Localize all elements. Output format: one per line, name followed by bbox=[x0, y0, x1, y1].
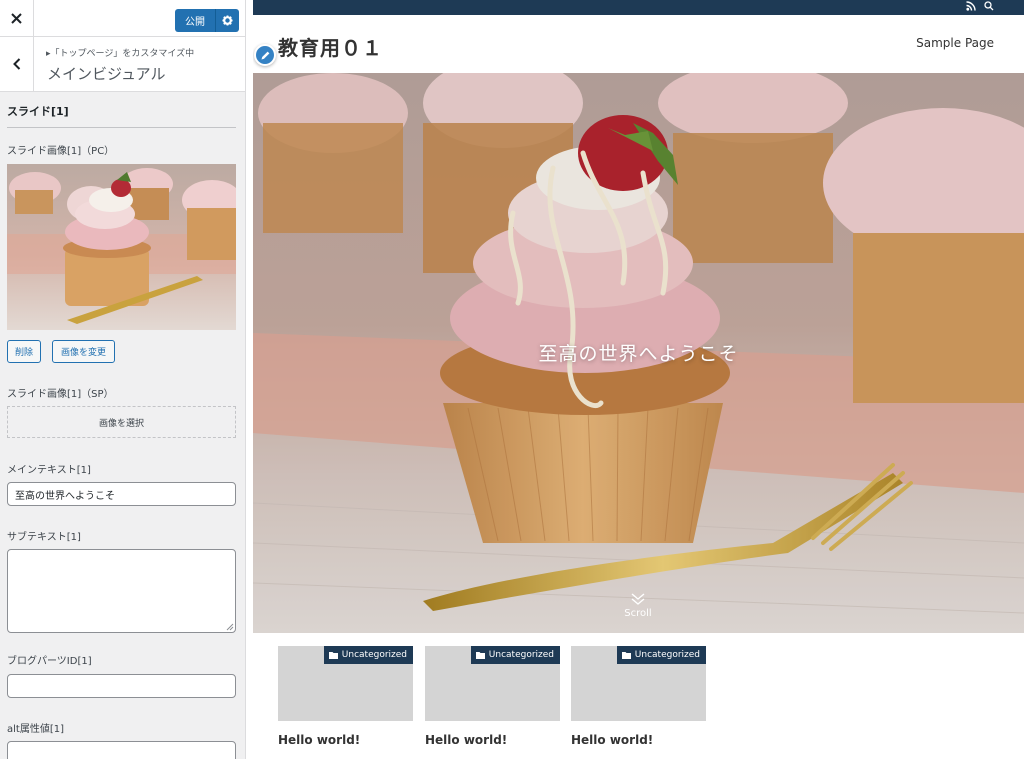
post-card[interactable]: Uncategorized Hello world! bbox=[278, 646, 413, 747]
resize-grip-icon[interactable] bbox=[226, 623, 234, 631]
search-icon[interactable] bbox=[984, 1, 994, 11]
folder-icon bbox=[328, 651, 338, 659]
remove-image-button[interactable]: 削除 bbox=[7, 340, 41, 363]
post-title[interactable]: Hello world! bbox=[425, 733, 560, 747]
publish-settings-button[interactable] bbox=[215, 9, 239, 32]
customizer-header-bar: 公開 bbox=[0, 0, 245, 37]
folder-icon bbox=[621, 651, 631, 659]
slide-image-pc-label: スライド画像[1]（PC） bbox=[7, 146, 115, 157]
slide-heading: スライド[1] bbox=[7, 100, 236, 128]
cupcake-thumbnail-image bbox=[7, 164, 236, 330]
hero-main-text: 至高の世界へようこそ bbox=[538, 343, 739, 365]
alt-attribute-input[interactable] bbox=[7, 741, 236, 759]
blog-parts-id-label: ブログパーツID[1] bbox=[7, 656, 92, 667]
post-card[interactable]: Uncategorized Hello world! bbox=[571, 646, 706, 747]
site-topbar bbox=[253, 0, 1024, 15]
scroll-indicator[interactable]: Scroll bbox=[613, 593, 663, 619]
post-thumbnail[interactable]: Uncategorized bbox=[571, 646, 706, 721]
sub-text-textarea[interactable] bbox=[7, 549, 236, 633]
change-image-button[interactable]: 画像を変更 bbox=[52, 340, 115, 363]
main-text-label: メインテキスト[1] bbox=[7, 465, 91, 476]
post-title[interactable]: Hello world! bbox=[278, 733, 413, 747]
site-header: 教育用０１ Sample Page bbox=[253, 15, 1024, 73]
category-badge[interactable]: Uncategorized bbox=[470, 646, 560, 664]
site-preview: 教育用０１ Sample Page 至高の世界へようこそ Scroll Unca… bbox=[253, 0, 1024, 759]
select-image-button[interactable]: 画像を選択 bbox=[7, 406, 236, 438]
post-thumbnail[interactable]: Uncategorized bbox=[425, 646, 560, 721]
close-customizer-button[interactable] bbox=[0, 0, 34, 37]
publish-button[interactable]: 公開 bbox=[175, 9, 215, 32]
publish-button-group: 公開 bbox=[175, 9, 239, 32]
category-badge[interactable]: Uncategorized bbox=[616, 646, 706, 664]
site-title[interactable]: 教育用０１ bbox=[278, 32, 383, 61]
breadcrumb: ▸「トップページ」をカスタマイズ中 bbox=[46, 49, 195, 59]
scroll-label: Scroll bbox=[624, 608, 652, 619]
nav-item-sample-page[interactable]: Sample Page bbox=[916, 36, 994, 50]
double-chevron-down-icon bbox=[631, 593, 645, 605]
section-header: ▸「トップページ」をカスタマイズ中 メインビジュアル bbox=[0, 37, 245, 92]
slide-image-sp-label: スライド画像[1]（SP） bbox=[7, 389, 114, 400]
customizer-sidebar: 公開 ▸「トップページ」をカスタマイズ中 メインビジュアル スライド[1] スラ… bbox=[0, 0, 246, 759]
main-visual-slider: 至高の世界へようこそ Scroll bbox=[253, 73, 1024, 633]
section-controls: スライド[1] スライド画像[1]（PC） 削除 画像を変更 スライド画像[1]… bbox=[7, 100, 236, 759]
rss-icon[interactable] bbox=[966, 1, 976, 11]
post-card[interactable]: Uncategorized Hello world! bbox=[425, 646, 560, 747]
post-title[interactable]: Hello world! bbox=[571, 733, 706, 747]
topbar-icons bbox=[966, 1, 994, 11]
gear-icon bbox=[222, 15, 233, 26]
main-text-input[interactable]: 至高の世界へようこそ bbox=[7, 482, 236, 506]
category-label: Uncategorized bbox=[488, 650, 554, 660]
folder-icon bbox=[475, 651, 485, 659]
back-button[interactable] bbox=[0, 37, 34, 91]
category-badge[interactable]: Uncategorized bbox=[323, 646, 413, 664]
close-icon bbox=[11, 13, 22, 24]
alt-attribute-label: alt属性値[1] bbox=[7, 724, 64, 735]
sidebar-scrollbar[interactable] bbox=[245, 235, 246, 395]
pencil-icon bbox=[261, 51, 269, 59]
category-label: Uncategorized bbox=[634, 650, 700, 660]
section-title: メインビジュアル bbox=[47, 65, 166, 83]
chevron-left-icon bbox=[12, 58, 20, 70]
blog-parts-id-input[interactable] bbox=[7, 674, 236, 698]
post-thumbnail[interactable]: Uncategorized bbox=[278, 646, 413, 721]
slide-image-thumbnail[interactable] bbox=[7, 164, 236, 330]
sub-text-label: サブテキスト[1] bbox=[7, 532, 81, 543]
category-label: Uncategorized bbox=[341, 650, 407, 660]
edit-shortcut-button[interactable] bbox=[254, 44, 276, 66]
